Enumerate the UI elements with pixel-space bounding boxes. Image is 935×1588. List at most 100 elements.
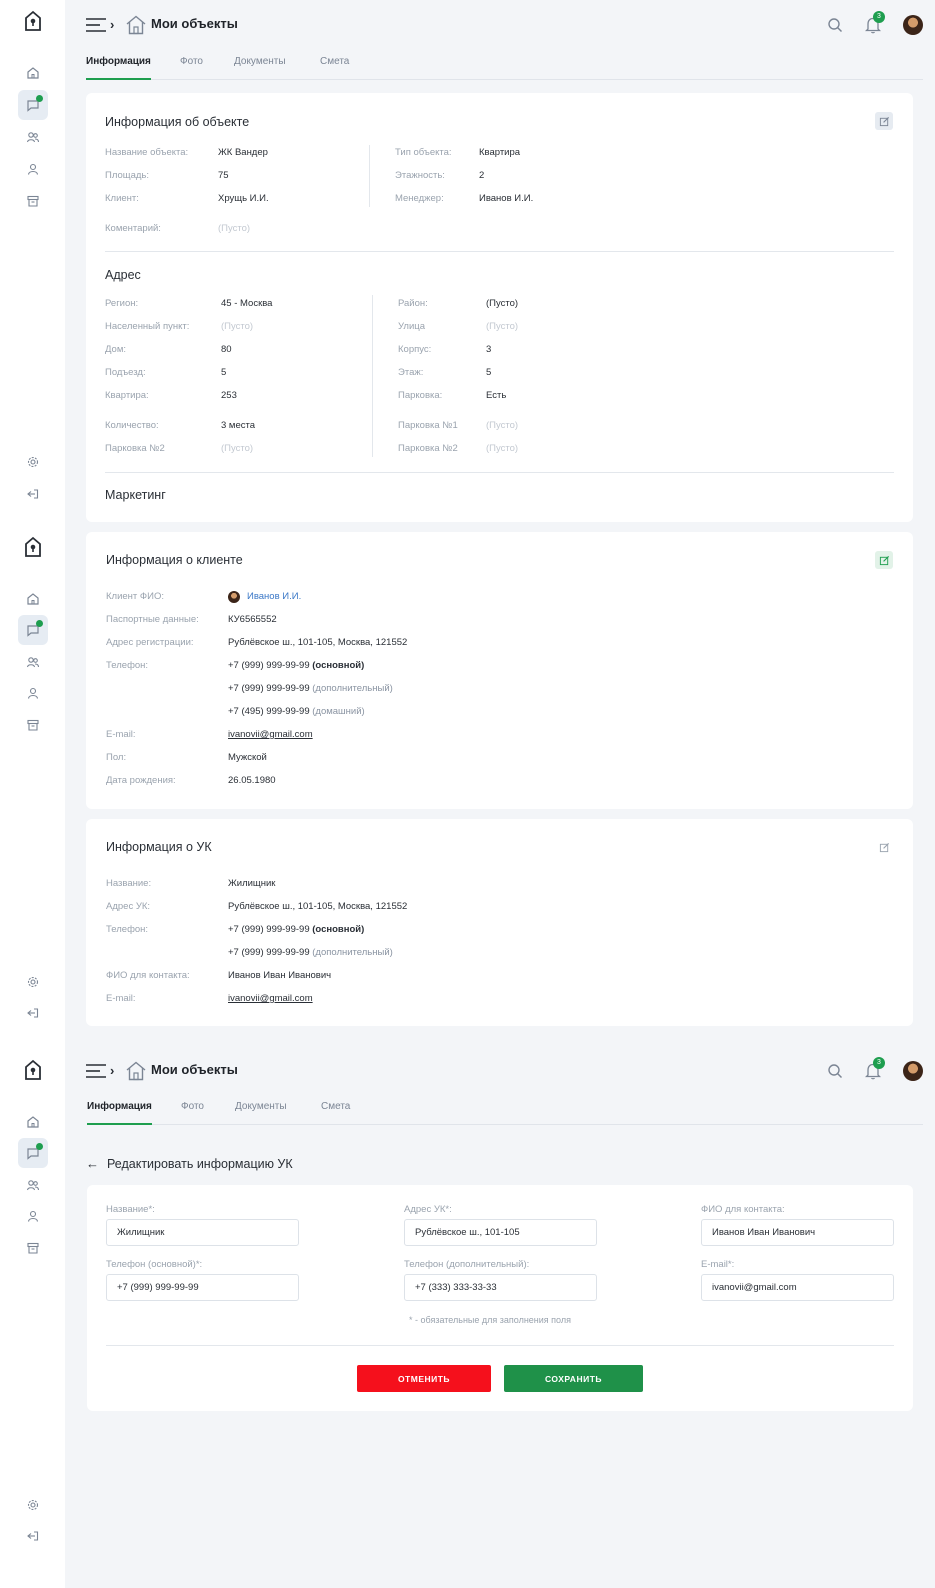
client-info-title: Информация о клиенте [106,553,243,567]
save-button[interactable]: СОХРАНИТЬ [504,1365,643,1392]
home-icon[interactable] [125,1060,147,1082]
client-phone-extra: +7 (999) 999-99-99 (дополнительный) [228,683,393,694]
tab-info[interactable]: Информация [86,56,151,80]
label: Адрес УК: [106,901,151,912]
sidebar-chat-icon[interactable] [18,90,48,120]
address-parking2b: (Пусто) [486,443,519,454]
tab-documents[interactable]: Документы [235,1101,287,1125]
search-icon[interactable] [827,1063,843,1079]
sidebar [0,0,65,1588]
notification-badge: 3 [873,1057,885,1069]
phone-extra-input[interactable]: +7 (333) 333-33-33 [404,1274,597,1301]
label: Парковка: [398,390,443,401]
avatar[interactable] [903,1061,923,1081]
back-arrow-icon[interactable]: ← [86,1156,99,1171]
email-input[interactable]: ivanovii@gmail.com [701,1274,894,1301]
label: Адрес регистрации: [106,637,194,648]
breadcrumb-chevron-icon: › [110,17,115,32]
edit-uk-button[interactable] [875,838,893,856]
label: Регион: [105,298,139,309]
client-name-link[interactable]: Иванов И.И. [247,591,301,602]
tab-photo[interactable]: Фото [180,56,203,80]
logo-icon[interactable] [22,536,44,558]
edit-client-button[interactable] [875,551,893,569]
sidebar-users-icon[interactable] [18,122,48,152]
label: Парковка №1 [398,420,458,431]
sidebar-user-icon[interactable] [18,1201,48,1231]
sidebar-logout-icon[interactable] [18,1521,48,1551]
sidebar-chat-icon[interactable] [18,615,48,645]
phone-main-input[interactable]: +7 (999) 999-99-99 [106,1274,299,1301]
sidebar-user-icon[interactable] [18,154,48,184]
sidebar-user-icon[interactable] [18,678,48,708]
divider [105,472,894,473]
tab-documents[interactable]: Документы [234,56,286,80]
label: E-mail: [106,993,136,1004]
object-manager: Иванов И.И. [479,193,534,204]
sidebar-gear-icon[interactable] [18,447,48,477]
label: Телефон: [106,660,149,671]
tab-photo[interactable]: Фото [181,1101,204,1125]
logo-icon[interactable] [22,10,44,32]
sidebar-archive-icon[interactable] [18,710,48,740]
address-apartment: 253 [221,390,237,401]
edit-icon [879,555,890,566]
client-email-link[interactable]: ivanovii@gmail.com [228,729,313,740]
client-passport: КУ6565552 [228,614,277,625]
label: Паспортные данные: [106,614,199,625]
divider [372,295,373,457]
label: Тип объекта: [395,147,452,158]
sidebar-home-icon[interactable] [18,584,48,614]
tab-estimate[interactable]: Смета [321,1101,350,1125]
sidebar-home-icon[interactable] [18,58,48,88]
cancel-button[interactable]: ОТМЕНИТЬ [357,1365,491,1392]
address-street: (Пусто) [486,321,519,332]
sidebar-home-icon[interactable] [18,1107,48,1137]
name-input[interactable]: Жилищник [106,1219,299,1246]
menu-icon[interactable] [86,1063,106,1079]
sidebar-archive-icon[interactable] [18,186,48,216]
search-icon[interactable] [827,17,843,33]
avatar[interactable] [903,15,923,35]
client-card: Информация о клиенте Клиент ФИО: Иванов … [86,532,913,809]
chat-notification-dot [36,95,43,102]
tab-estimate[interactable]: Смета [320,56,349,80]
menu-icon[interactable] [86,17,106,33]
label: Парковка №2 [105,443,165,454]
sidebar-gear-icon[interactable] [18,967,48,997]
edit-object-button[interactable] [875,112,893,130]
chat-notification-dot [36,620,43,627]
tabs: Информация Фото Документы Смета [87,1099,923,1125]
address-parking2: (Пусто) [221,443,254,454]
address-building: 3 [486,344,492,355]
notification-badge: 3 [873,11,885,23]
sidebar-chat-icon[interactable] [18,1138,48,1168]
sidebar-logout-icon[interactable] [18,479,48,509]
uk-email-link[interactable]: ivanovii@gmail.com [228,993,313,1004]
contact-input[interactable]: Иванов Иван Иванович [701,1219,894,1246]
label: Адрес УК*: [404,1204,452,1215]
sidebar-gear-icon[interactable] [18,1490,48,1520]
address-input[interactable]: Рублёвское ш., 101-105 [404,1219,597,1246]
sidebar-users-icon[interactable] [18,647,48,677]
uk-name: Жилищник [228,878,276,889]
label: Название*: [106,1204,155,1215]
address-locality: (Пусто) [221,321,254,332]
label: Количество: [105,420,159,431]
address-parking1: (Пусто) [486,420,519,431]
client-avatar [228,591,240,603]
sidebar-users-icon[interactable] [18,1170,48,1200]
label: Телефон: [106,924,149,935]
object-comment: (Пусто) [218,223,251,234]
address-count: 3 места [221,420,256,431]
object-name: ЖК Вандер [218,147,268,158]
home-icon[interactable] [125,14,147,36]
address-title: Адрес [105,268,141,282]
label: ФИО для контакта: [701,1204,785,1215]
sidebar-archive-icon[interactable] [18,1233,48,1263]
logo-icon[interactable] [22,1059,44,1081]
sidebar-logout-icon[interactable] [18,998,48,1028]
divider [369,145,370,207]
address-district: (Пусто) [486,298,519,309]
tab-info[interactable]: Информация [87,1101,152,1125]
